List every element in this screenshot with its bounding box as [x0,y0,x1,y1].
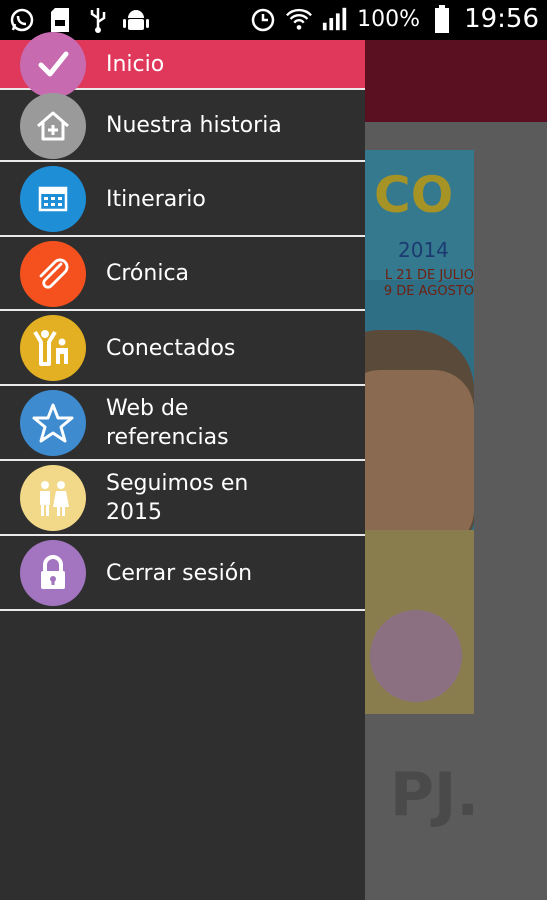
sd-card-icon [46,6,74,34]
pj-logo: PJ. [390,760,480,830]
android-icon [122,6,150,34]
paperclip-icon [20,241,86,307]
alarm-icon [249,5,277,33]
menu-item-cerrar-sesion[interactable]: Cerrar sesión [0,536,365,611]
lock-icon [20,540,86,606]
battery-percent: 100% [357,6,421,32]
poster-title: CO [374,166,454,224]
menu-item-nuestra-historia[interactable]: Nuestra historia [0,90,365,162]
status-bar: 100% 19:56 [0,0,547,40]
home-add-icon [20,93,86,159]
usb-icon [84,6,112,34]
wifi-icon [285,5,313,33]
navigation-drawer: Inicio Nuestra historia Itinerario Cróni… [0,32,365,900]
menu-label-web-de-referencias: Web de referencias [106,396,229,450]
poster-dates: L 21 DE JULIO 9 DE AGOSTO [383,268,474,299]
signal-icon [321,5,349,33]
menu-item-conectados[interactable]: Conectados [0,311,365,386]
menu-label-nuestra-historia: Nuestra historia [106,113,282,138]
menu-label-conectados: Conectados [106,336,236,361]
menu-item-inicio[interactable]: Inicio [0,32,365,98]
status-left-icons [8,6,150,34]
status-right-icons: 100% 19:56 [249,4,539,34]
menu-label-inicio: Inicio [106,52,165,77]
clock: 19:56 [464,4,539,34]
menu-label-cronica: Crónica [106,261,190,286]
poster-year: 2014 [398,238,449,262]
menu-label-cerrar-sesion: Cerrar sesión [106,561,253,586]
menu-item-seguimos-en-2015[interactable]: Seguimos en 2015 [0,461,365,536]
menu-item-itinerario[interactable]: Itinerario [0,162,365,237]
star-icon [20,390,86,456]
menu-label-seguimos-en-2015: Seguimos en 2015 [106,471,249,525]
menu-item-cronica[interactable]: Crónica [0,237,365,311]
couple-icon [20,465,86,531]
calendar-icon [20,166,86,232]
people-icon [20,315,86,381]
whatsapp-icon [8,6,36,34]
menu-label-itinerario: Itinerario [106,187,206,212]
menu-item-web-de-referencias[interactable]: Web de referencias [0,386,365,461]
poster-logo-badge [370,610,462,702]
battery-icon [428,5,456,33]
check-icon [20,32,86,98]
